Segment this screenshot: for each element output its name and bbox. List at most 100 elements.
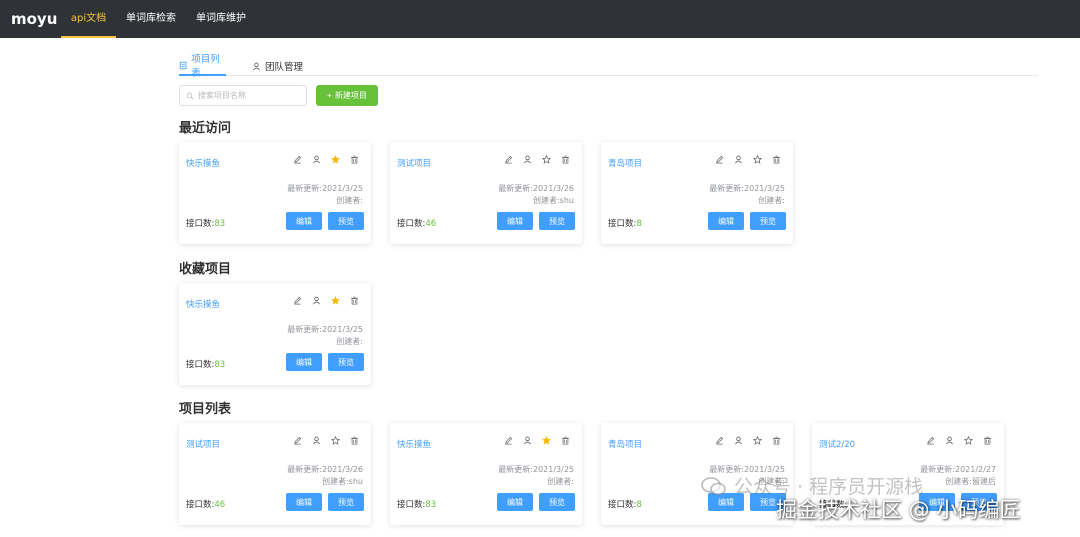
trash-icon[interactable] <box>772 436 781 445</box>
project-name[interactable]: 快乐摸鱼 <box>397 438 431 450</box>
api-count-value: 83 <box>425 500 437 510</box>
tab-label: 项目列表 <box>191 54 220 79</box>
api-count-value: 8 <box>636 219 642 229</box>
nav-item-word-maintain[interactable]: 单词库维护 <box>192 0 250 38</box>
preview-button[interactable]: 预览 <box>328 353 364 371</box>
creator: 创建者:shu <box>321 477 363 486</box>
edit-icon[interactable] <box>504 436 513 445</box>
star-filled-icon[interactable] <box>331 296 340 305</box>
user-icon[interactable] <box>734 155 743 164</box>
search-input[interactable] <box>198 91 298 100</box>
edit-icon[interactable] <box>504 155 513 164</box>
user-icon[interactable] <box>312 155 321 164</box>
trash-icon[interactable] <box>350 155 359 164</box>
project-name[interactable]: 快乐摸鱼 <box>186 298 220 310</box>
search-box[interactable] <box>179 85 307 106</box>
project-card[interactable]: 快乐摸鱼 最新更新:2021/3/25 创建者: 接口数:83 编辑 预览 <box>179 142 371 244</box>
wechat-icon <box>701 476 726 495</box>
nav-item-word-search[interactable]: 单词库检索 <box>122 0 180 38</box>
star-icon[interactable] <box>331 436 340 445</box>
api-count-value: 46 <box>214 500 226 510</box>
edit-button[interactable]: 编辑 <box>286 212 322 230</box>
card-actions <box>715 155 781 164</box>
api-count-label: 接口数: <box>397 500 426 510</box>
card-actions <box>293 436 359 445</box>
user-icon[interactable] <box>523 436 532 445</box>
trash-icon[interactable] <box>561 155 570 164</box>
user-icon[interactable] <box>734 436 743 445</box>
star-filled-icon[interactable] <box>331 155 340 164</box>
edit-button[interactable]: 编辑 <box>708 212 744 230</box>
star-icon[interactable] <box>964 436 973 445</box>
edit-button[interactable]: 编辑 <box>497 212 533 230</box>
new-project-button[interactable]: + 新建项目 <box>316 85 378 106</box>
edit-button[interactable]: 编辑 <box>286 493 322 511</box>
app-logo[interactable]: moyu <box>11 10 57 28</box>
trash-icon[interactable] <box>983 436 992 445</box>
plus-icon: + <box>327 91 332 100</box>
creator: 创建者: <box>336 196 363 205</box>
star-icon[interactable] <box>542 155 551 164</box>
project-name[interactable]: 青岛项目 <box>608 157 642 169</box>
user-icon <box>253 62 260 70</box>
preview-button[interactable]: 预览 <box>328 493 364 511</box>
edit-button[interactable]: 编辑 <box>286 353 322 371</box>
edit-icon[interactable] <box>293 155 302 164</box>
tab-label: 团队管理 <box>265 62 304 73</box>
star-filled-icon[interactable] <box>542 436 551 445</box>
preview-button[interactable]: 预览 <box>750 212 786 230</box>
edit-icon[interactable] <box>293 296 302 305</box>
api-count-label: 接口数: <box>186 500 215 510</box>
tab-project-list[interactable]: 项目列表 <box>179 54 226 79</box>
project-card[interactable]: 测试项目 最新更新:2021/3/26 创建者:shu 接口数:46 编辑 预览 <box>390 142 582 244</box>
project-name[interactable]: 快乐摸鱼 <box>186 157 220 169</box>
star-icon[interactable] <box>753 436 762 445</box>
api-count-value: 83 <box>214 360 226 370</box>
user-icon[interactable] <box>312 436 321 445</box>
trash-icon[interactable] <box>561 436 570 445</box>
preview-button[interactable]: 预览 <box>328 212 364 230</box>
edit-icon[interactable] <box>715 155 724 164</box>
last-updated: 最新更新:2021/3/25 <box>709 184 785 193</box>
user-icon[interactable] <box>523 155 532 164</box>
creator: 创建者:留建后 <box>945 477 996 486</box>
last-updated: 最新更新:2021/3/25 <box>498 465 574 474</box>
watermark-juejin: 掘金技术社区 @ 小码编匠 <box>776 498 1021 522</box>
top-navbar: moyu api文档 单词库检索 单词库维护 <box>0 0 1080 38</box>
api-count: 接口数:8 <box>608 498 642 510</box>
trash-icon[interactable] <box>350 436 359 445</box>
api-count: 接口数:46 <box>186 498 225 510</box>
user-icon[interactable] <box>312 296 321 305</box>
project-card[interactable]: 青岛项目 最新更新:2021/3/25 创建者: 接口数:8 编辑 预览 <box>601 142 793 244</box>
project-card[interactable]: 快乐摸鱼 最新更新:2021/3/25 创建者: 接口数:83 编辑 预览 <box>390 423 582 525</box>
last-updated: 最新更新:2021/2/27 <box>920 465 996 474</box>
document-icon <box>179 61 187 69</box>
project-name[interactable]: 青岛项目 <box>608 438 642 450</box>
section-title-favorite: 收藏项目 <box>179 262 232 277</box>
card-actions <box>293 296 359 305</box>
preview-button[interactable]: 预览 <box>539 493 575 511</box>
api-count-label: 接口数: <box>186 360 215 370</box>
last-updated: 最新更新:2021/3/26 <box>498 184 574 193</box>
project-card[interactable]: 测试项目最新更新:2021/3/26 创建者:shu 接口数:46 编辑 预览 <box>179 423 371 525</box>
project-name[interactable]: 测试项目 <box>186 438 220 450</box>
trash-icon[interactable] <box>350 296 359 305</box>
trash-icon[interactable] <box>772 155 781 164</box>
user-icon[interactable] <box>945 436 954 445</box>
star-icon[interactable] <box>753 155 762 164</box>
last-updated: 最新更新:2021/3/26 <box>287 465 363 474</box>
edit-icon[interactable] <box>926 436 935 445</box>
tab-team-management[interactable]: 团队管理 <box>252 56 308 76</box>
project-name[interactable]: 测试项目 <box>397 157 431 169</box>
card-actions <box>504 436 570 445</box>
card-actions <box>715 436 781 445</box>
preview-button[interactable]: 预览 <box>539 212 575 230</box>
edit-icon[interactable] <box>715 436 724 445</box>
edit-button[interactable]: 编辑 <box>497 493 533 511</box>
nav-item-api-docs[interactable]: api文档 <box>61 0 116 38</box>
project-name[interactable]: 测试2/20 <box>819 438 855 450</box>
api-count-value: 83 <box>214 219 226 229</box>
project-card[interactable]: 快乐摸鱼 最新更新:2021/3/25 创建者: 接口数:83 编辑 预览 <box>179 283 371 385</box>
edit-icon[interactable] <box>293 436 302 445</box>
creator: 创建者: <box>336 337 363 346</box>
